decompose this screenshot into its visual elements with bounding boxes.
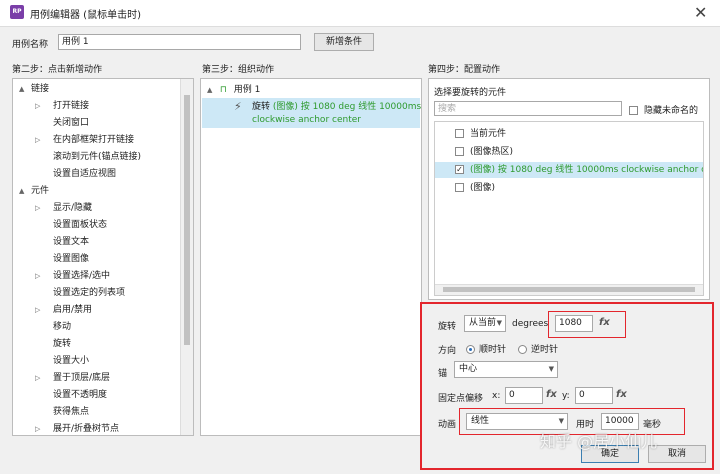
action-tree-item[interactable]: 设置图像 (35, 251, 89, 267)
action-tree-item-label: 滚动到元件(锚点链接) (53, 152, 142, 162)
action-tree-item[interactable]: ▷ 设置选择/选中 (35, 268, 110, 284)
widget-checkbox[interactable] (455, 147, 464, 156)
action-tree-item-label: 启用/禁用 (53, 305, 93, 315)
action-tree-item[interactable]: 设置文本 (35, 234, 89, 250)
action-tree-item-label: 元件 (31, 186, 50, 196)
case-name-input[interactable]: 用例 1 (58, 34, 301, 50)
action-tree-item[interactable]: 滚动到元件(锚点链接) (35, 149, 141, 165)
action-tree-item[interactable]: ▷ 打开链接 (35, 98, 89, 114)
expand-arrow-icon[interactable]: ▷ (35, 302, 45, 318)
action-tree-item[interactable]: 设置面板状态 (35, 217, 107, 233)
action-tree-item-label: 在内部框架打开链接 (53, 135, 135, 145)
action-tree-item[interactable]: 移动 (35, 319, 71, 335)
action-tree-item[interactable]: ▷ 展开/折叠树节点 (35, 421, 120, 435)
action-tree-item-label: 设置不透明度 (53, 390, 108, 400)
expand-arrow-icon[interactable]: ▷ (35, 200, 45, 216)
expand-arrow-icon[interactable]: ▲ (19, 183, 29, 199)
widget-list: 当前元件 (图像热区) ✓ (图像) 按 1080 deg 线性 10000ms cl… (434, 121, 704, 296)
watermark: 知乎 @居小仙儿 (540, 432, 658, 451)
action-tree-item-label: 设置图像 (53, 254, 90, 264)
widget-label: (图像) (470, 183, 496, 193)
axure-rp-icon: RP (10, 5, 24, 19)
action-tree-item-label: 设置选定的列表项 (53, 288, 126, 298)
action-text: 旋转 (图像) 按 1080 deg 线性 10000ms clockwise … (252, 101, 421, 127)
action-tree-item[interactable]: 关闭窗口 (35, 115, 89, 131)
action-tree-item-label: 获得焦点 (53, 407, 90, 417)
action-tree-panel: ▲ 链接 ▷ 打开链接 关闭窗口 ▷ 在内部框架打开链接 滚动到元件(锚点链接) 设置自适应视图… (12, 78, 194, 436)
action-name: 旋转 (252, 102, 273, 112)
action-tree-item-label: 关闭窗口 (53, 118, 90, 128)
action-tree-item[interactable]: ▲ 链接 (19, 81, 49, 97)
action-tree-item[interactable]: ▷ 显示/隐藏 (35, 200, 92, 216)
scrollbar-thumb[interactable] (184, 95, 190, 345)
action-tree-item-label: 展开/折叠树节点 (53, 424, 120, 434)
widget-checkbox[interactable] (455, 129, 464, 138)
close-icon[interactable]: ✕ (694, 3, 707, 22)
selected-action-row[interactable]: ⚡ 旋转 (图像) 按 1080 deg 线性 10000ms clockwis… (202, 98, 421, 128)
widget-checkbox[interactable] (455, 183, 464, 192)
action-tree-item-label: 链接 (31, 84, 50, 94)
action-tree-item[interactable]: ▷ 启用/禁用 (35, 302, 92, 318)
step3-heading: 第三步：组织动作 (202, 65, 275, 75)
action-tree-item[interactable]: 设置大小 (35, 353, 89, 369)
step4-heading: 第四步：配置动作 (428, 65, 501, 75)
case-name-label: 用例名称 (12, 40, 49, 50)
widget-label: (图像热区) (470, 147, 514, 157)
widget-list-item[interactable]: ✓ (图像) 按 1080 deg 线性 10000ms clockwise an… (435, 162, 703, 178)
expand-arrow-icon[interactable]: ▷ (35, 132, 45, 148)
action-tree-item[interactable]: 设置选定的列表项 (35, 285, 125, 301)
expand-arrow-icon[interactable]: ▷ (35, 421, 45, 435)
action-detail-line2: clockwise anchor center (252, 115, 361, 125)
collapse-arrow-icon[interactable]: ▲ (207, 82, 217, 98)
action-tree-item[interactable]: 设置自适应视图 (35, 166, 116, 182)
case-tree-icon: ⊓ (219, 85, 227, 95)
action-tree-item-label: 显示/隐藏 (53, 203, 93, 213)
action-tree-item[interactable]: ▷ 置于顶层/底层 (35, 370, 110, 386)
select-widget-label: 选择要旋转的元件 (434, 88, 507, 98)
expand-arrow-icon[interactable]: ▲ (19, 81, 29, 97)
configure-action-panel: 选择要旋转的元件 搜索 隐藏未命名的 当前元件 (图像热区) ✓ (图像) 按 108… (428, 78, 710, 300)
expand-arrow-icon[interactable]: ▷ (35, 98, 45, 114)
widget-checkbox[interactable]: ✓ (455, 165, 464, 174)
action-tree-item-label: 旋转 (53, 339, 72, 349)
action-tree-item-label: 设置选择/选中 (53, 271, 111, 281)
widget-search-input[interactable]: 搜索 (434, 101, 622, 116)
action-tree-item-label: 设置大小 (53, 356, 90, 366)
case-node-label: 用例 1 (233, 85, 261, 95)
action-tree-item[interactable]: ▷ 在内部框架打开链接 (35, 132, 134, 148)
action-tree-item-label: 移动 (53, 322, 72, 332)
hide-unnamed-option[interactable]: 隐藏未命名的 (629, 103, 698, 116)
hscroll-thumb[interactable] (443, 287, 695, 292)
widget-list-item[interactable]: (图像) (435, 180, 703, 196)
highlight-degrees (548, 311, 626, 338)
step2-heading: 第二步：点击新增动作 (12, 65, 103, 75)
action-tree-scrollbar[interactable] (180, 79, 193, 435)
hide-unnamed-checkbox[interactable] (629, 106, 638, 115)
action-tree-item[interactable]: 获得焦点 (35, 404, 89, 420)
action-tree-item[interactable]: ▲ 元件 (19, 183, 49, 199)
action-tree-item-label: 设置面板状态 (53, 220, 108, 230)
expand-arrow-icon[interactable]: ▷ (35, 268, 45, 284)
widget-list-item[interactable]: (图像热区) (435, 144, 703, 160)
window-title: 用例编辑器 (鼠标单击时) (30, 10, 141, 21)
hide-unnamed-label: 隐藏未命名的 (644, 106, 699, 116)
widget-label: 当前元件 (470, 129, 507, 139)
add-condition-button[interactable]: 新增条件 (314, 33, 374, 51)
action-tree-item-label: 设置文本 (53, 237, 90, 247)
case-editor-window: RP 用例编辑器 (鼠标单击时) ✕ 用例名称 用例 1 新增条件 第二步：点击… (0, 0, 720, 474)
expand-arrow-icon[interactable]: ▷ (35, 370, 45, 386)
action-tree-item-label: 置于顶层/底层 (53, 373, 111, 383)
case-node[interactable]: ▲ ⊓ 用例 1 (207, 82, 260, 98)
title-bar: RP 用例编辑器 (鼠标单击时) ✕ (0, 0, 720, 27)
action-tree-item-label: 设置自适应视图 (53, 169, 117, 179)
action-detail: (图像) 按 1080 deg 线性 10000ms (272, 102, 422, 112)
organize-actions-panel: ▲ ⊓ 用例 1 ⚡ 旋转 (图像) 按 1080 deg 线性 10000ms… (200, 78, 422, 436)
widget-label: (图像) 按 1080 deg 线性 10000ms clockwise anc… (470, 165, 703, 175)
widget-list-hscrollbar[interactable] (435, 284, 703, 295)
lightning-icon: ⚡ (234, 100, 242, 113)
action-tree-item[interactable]: 旋转 (35, 336, 71, 352)
action-tree-item[interactable]: 设置不透明度 (35, 387, 107, 403)
action-tree-item-label: 打开链接 (53, 101, 90, 111)
widget-list-item[interactable]: 当前元件 (435, 126, 703, 142)
